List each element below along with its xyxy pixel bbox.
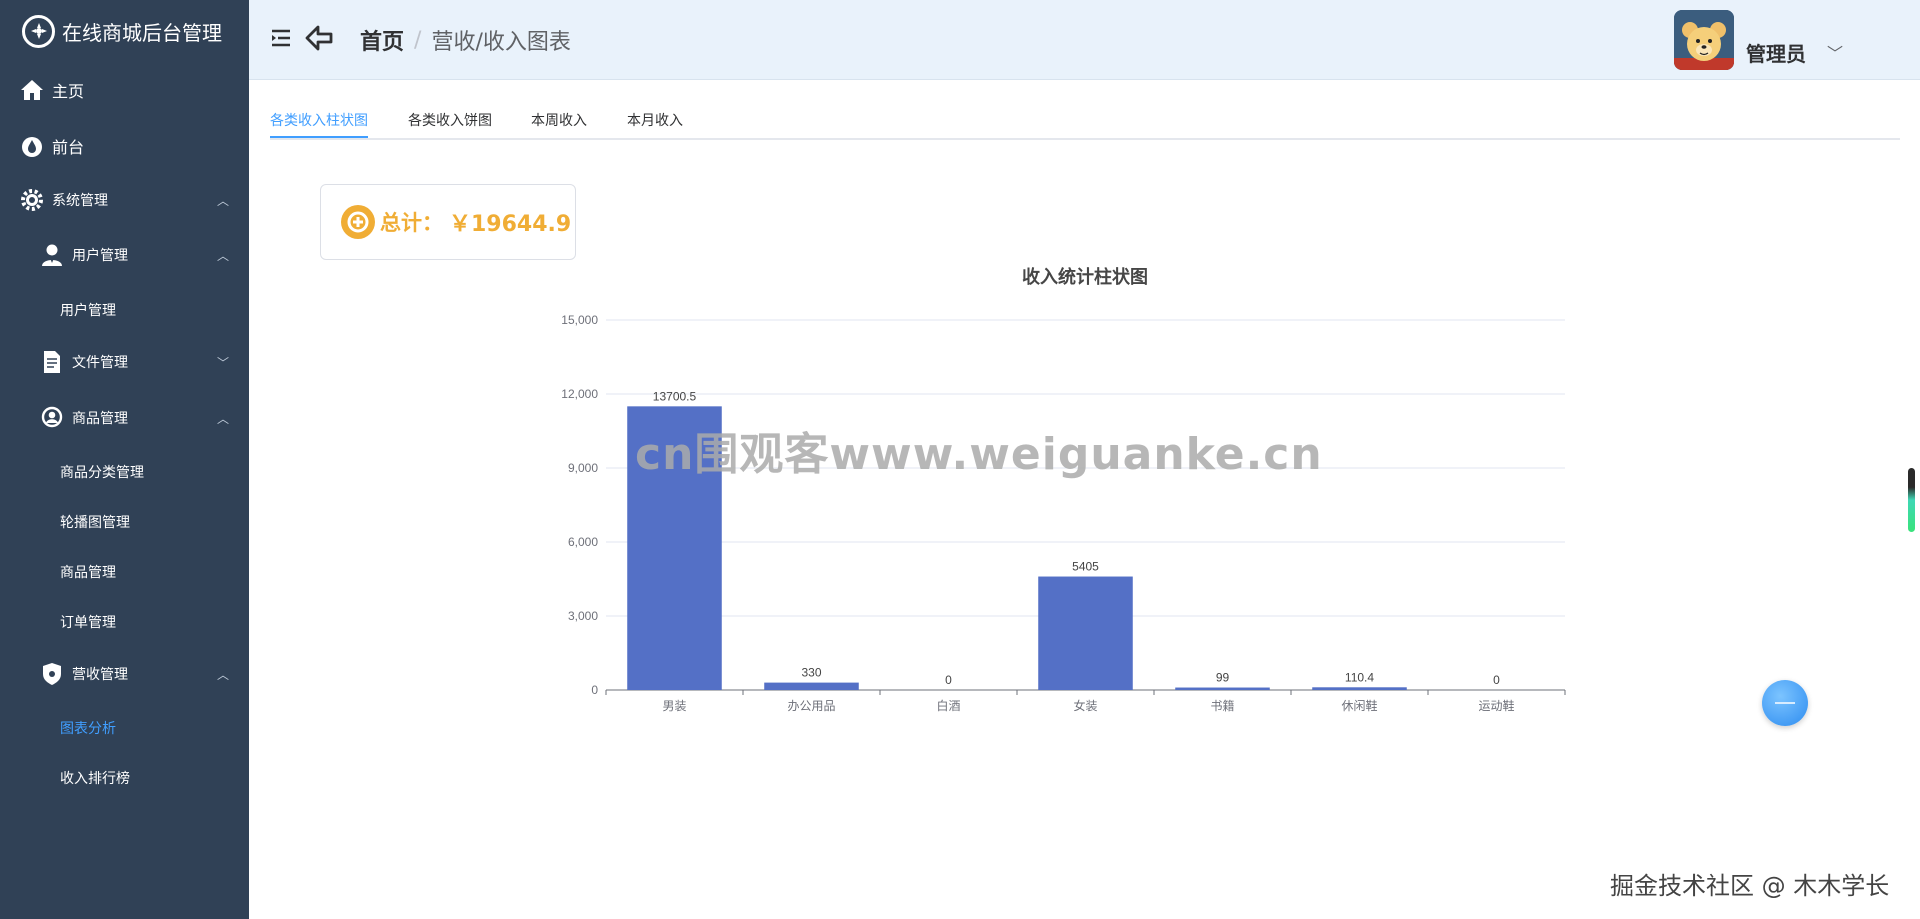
chevron-down-icon: ﹀ — [216, 355, 229, 370]
drop-icon — [18, 132, 46, 160]
data-label: 99 — [1216, 671, 1230, 685]
sidebar-item-label: 用户管理 — [72, 248, 128, 264]
shield-icon — [38, 660, 66, 688]
sidebar-subitem-carousel[interactable]: 轮播图管理 — [60, 512, 130, 532]
app-logo: 在线商城后台管理 — [22, 12, 222, 50]
sidebar-subitem-user-mgmt[interactable]: 用户管理 — [60, 300, 116, 320]
bar — [1175, 687, 1270, 690]
data-label: 0 — [1493, 673, 1500, 687]
y-tick-label: 6,000 — [568, 535, 598, 549]
x-tick-label: 女装 — [1073, 698, 1097, 713]
bar — [1038, 576, 1133, 690]
avatar[interactable] — [1674, 10, 1734, 70]
data-label: 0 — [945, 673, 952, 687]
sidebar-subitem-goods-category[interactable]: 商品分类管理 — [60, 462, 144, 482]
sidebar-item-label: 前台 — [52, 138, 85, 157]
breadcrumb: 首页 / 营收/收入图表 — [360, 24, 571, 56]
sidebar-item-label: 文件管理 — [72, 355, 128, 371]
back-arrow-icon[interactable] — [305, 25, 333, 55]
x-tick-label: 运动鞋 — [1478, 698, 1514, 713]
sidebar: 在线商城后台管理 主页 前台 系统管理 ︿ 用户管理 ︿ 用户管理 文件管理 ﹀ — [0, 0, 249, 919]
scrollbar-thumb[interactable] — [1908, 468, 1915, 532]
sidebar-item-home[interactable]: 主页 — [18, 76, 267, 104]
footer-credit: 掘金技术社区 @ 木木学长 — [1610, 872, 1890, 900]
user-icon — [38, 241, 66, 269]
y-tick-label: 0 — [591, 683, 598, 697]
search-icon — [38, 404, 66, 432]
menu-collapse-icon[interactable] — [271, 29, 291, 51]
x-tick-label: 男装 — [662, 699, 686, 713]
user-name[interactable]: 管理员 — [1746, 38, 1806, 67]
sidebar-item-user-mgmt-group[interactable]: 用户管理 ︿ — [38, 241, 287, 269]
x-tick-label: 办公用品 — [787, 698, 835, 713]
floating-action-button[interactable] — [1762, 680, 1808, 726]
document-icon — [38, 348, 66, 376]
sidebar-item-goods-group[interactable]: 商品管理 ︿ — [38, 404, 287, 432]
tab-pie-chart[interactable]: 各类收入饼图 — [408, 110, 492, 130]
sidebar-item-label: 系统管理 — [52, 193, 108, 209]
x-tick-label: 书籍 — [1210, 698, 1234, 713]
watermark: cn围观客www.weiguanke.cn — [635, 429, 1323, 480]
tab-bar-chart[interactable]: 各类收入柱状图 — [270, 110, 368, 130]
sidebar-item-frontend[interactable]: 前台 — [18, 132, 267, 160]
top-header: 首页 / 营收/收入图表 管理员 ﹀ — [249, 0, 1920, 80]
chart-tabs: 各类收入柱状图 各类收入饼图 本周收入 本月收入 — [270, 98, 1900, 140]
sidebar-subitem-chart-analysis[interactable]: 图表分析 — [60, 718, 116, 738]
breadcrumb-current: 营收/收入图表 — [431, 30, 571, 55]
chevron-up-icon: ︿ — [216, 667, 229, 682]
breadcrumb-home[interactable]: 首页 — [360, 24, 404, 56]
income-bar-chart: 收入统计柱状图 0 3,000 6,000 9,000 12,000 15,000 1370… — [520, 255, 1620, 725]
bar — [1312, 687, 1407, 690]
x-tick-label: 休闲鞋 — [1341, 698, 1377, 713]
chevron-up-icon: ︿ — [216, 248, 229, 263]
tab-monthly-income[interactable]: 本月收入 — [627, 110, 683, 130]
bar — [764, 682, 859, 690]
active-tab-indicator — [270, 136, 368, 138]
data-label: 5405 — [1072, 560, 1099, 574]
data-label: 330 — [801, 666, 821, 680]
home-icon — [18, 76, 46, 104]
y-tick-label: 3,000 — [568, 609, 598, 623]
sidebar-item-file-mgmt[interactable]: 文件管理 ﹀ — [38, 348, 287, 376]
gear-icon — [18, 186, 46, 214]
logo-icon — [22, 14, 55, 48]
breadcrumb-separator: / — [414, 27, 422, 53]
y-tick-label: 12,000 — [561, 387, 598, 401]
sidebar-item-label: 主页 — [52, 82, 85, 101]
sidebar-item-system[interactable]: 系统管理 ︿ — [18, 186, 267, 214]
tab-weekly-income[interactable]: 本周收入 — [531, 110, 587, 130]
app-title: 在线商城后台管理 — [62, 20, 222, 45]
data-label: 13700.5 — [653, 389, 697, 403]
chevron-up-icon: ︿ — [216, 411, 229, 426]
total-value: ￥19644.9 — [449, 212, 572, 237]
sidebar-subitem-income-ranking[interactable]: 收入排行榜 — [60, 768, 130, 788]
sidebar-item-revenue-group[interactable]: 营收管理 ︿ — [38, 660, 287, 688]
total-card: 总计： ￥19644.9 — [320, 184, 576, 260]
x-tick-label: 白酒 — [936, 698, 960, 713]
sidebar-subitem-orders[interactable]: 订单管理 — [60, 612, 116, 632]
y-tick-label: 9,000 — [568, 461, 598, 475]
coin-plus-icon — [341, 205, 375, 239]
data-label: 110.4 — [1345, 670, 1374, 684]
sidebar-item-label: 商品管理 — [72, 411, 128, 427]
total-label: 总计： — [380, 211, 443, 235]
chevron-up-icon: ︿ — [216, 193, 229, 208]
y-tick-label: 15,000 — [561, 313, 598, 327]
chevron-down-icon[interactable]: ﹀ — [1827, 40, 1843, 64]
chart-canvas: 0 3,000 6,000 9,000 12,000 15,000 13700.5 男装 330… — [561, 313, 1566, 713]
sidebar-item-label: 营收管理 — [72, 667, 128, 683]
sidebar-subitem-goods[interactable]: 商品管理 — [60, 562, 116, 582]
